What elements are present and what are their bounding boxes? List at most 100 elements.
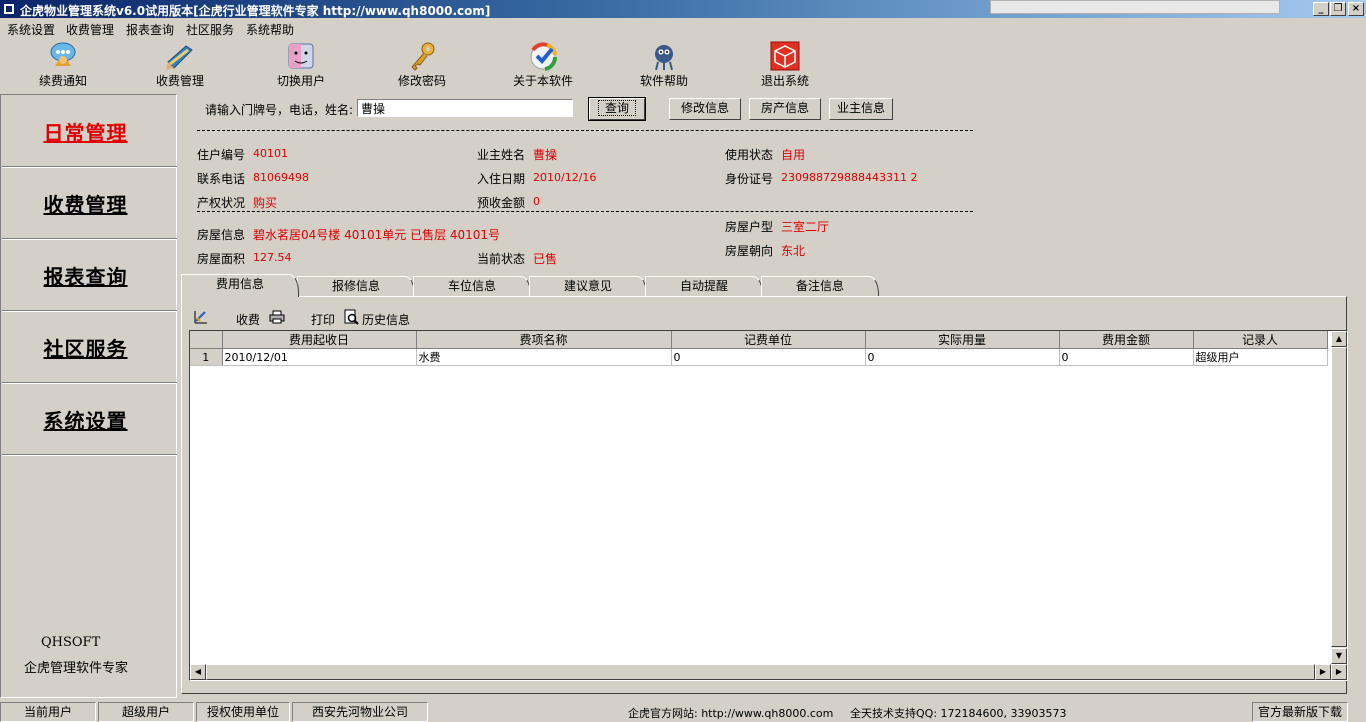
- tab-fees[interactable]: 费用信息: [181, 274, 299, 297]
- resident-id-label: 住户编号: [197, 148, 246, 162]
- scroll-right-icon[interactable]: ▶: [1315, 664, 1331, 680]
- tab-strip: 费用信息 报修信息 车位信息 建议意见 自动提醒 备注信息: [181, 274, 881, 297]
- check-icon: [530, 42, 558, 71]
- vertical-scrollbar[interactable]: ▲ ▼: [1331, 331, 1347, 664]
- phone-label: 联系电话: [197, 172, 246, 186]
- latest-download-link[interactable]: 官方最新版下载: [1252, 702, 1348, 722]
- owner-name-label: 业主姓名: [477, 148, 526, 162]
- horizontal-scroll-thumb[interactable]: [206, 664, 1315, 680]
- col-unit[interactable]: 记费单位: [671, 331, 866, 349]
- help-button[interactable]: 软件帮助: [614, 38, 714, 92]
- usage-value: 自用: [781, 148, 806, 162]
- change-password-button[interactable]: 修改密码: [372, 38, 472, 92]
- nav-item-billing[interactable]: 收费管理: [2, 167, 177, 239]
- house-info-label: 房屋信息: [197, 228, 246, 242]
- cell-usage[interactable]: 0: [865, 348, 1060, 366]
- nav-label-settings: 系统设置: [43, 409, 128, 433]
- cell-start-date[interactable]: 2010/12/01: [222, 348, 417, 366]
- scroll-down-icon[interactable]: ▼: [1331, 648, 1347, 664]
- col-fee-name[interactable]: 费项名称: [416, 331, 672, 349]
- change-password-label: 修改密码: [397, 74, 446, 88]
- renew-notice-label: 续费通知: [38, 74, 87, 88]
- scroll-left-icon[interactable]: ◀: [190, 664, 206, 680]
- key-icon: [411, 42, 435, 71]
- idcard-value: 230988729888443311 2: [781, 171, 918, 184]
- nav-item-settings[interactable]: 系统设置: [2, 383, 177, 455]
- minimize-button[interactable]: _: [1313, 2, 1329, 16]
- nav-label-reports: 报表查询: [43, 265, 128, 289]
- nav-label-billing: 收费管理: [43, 193, 128, 217]
- cell-unit[interactable]: 0: [671, 348, 866, 366]
- renew-notice-button[interactable]: 续费通知: [13, 38, 113, 92]
- cell-amount[interactable]: 0: [1059, 348, 1194, 366]
- about-label: 关于本软件: [512, 74, 573, 88]
- licensed-unit-value: 西安先河物业公司: [292, 702, 428, 722]
- usage-label: 使用状态: [725, 148, 774, 162]
- left-nav: 日常管理 收费管理 报表查询 社区服务 系统设置 QHSOFT 企虎管理软件专家: [0, 94, 177, 698]
- printer-icon[interactable]: [269, 309, 285, 325]
- tab-parking[interactable]: 车位信息: [413, 276, 531, 296]
- tab-suggestions[interactable]: 建议意见: [529, 276, 647, 296]
- help-icon: [655, 45, 673, 71]
- cell-recorder[interactable]: 超级用户: [1193, 348, 1328, 366]
- cell-fee-name[interactable]: 水费: [416, 348, 672, 366]
- nav-item-daily[interactable]: 日常管理: [2, 95, 177, 167]
- fee-table: 费用起收日 费项名称 记费单位 实际用量 费用金额 记录人 1 2010/12/…: [190, 331, 1328, 366]
- about-button[interactable]: 关于本软件: [493, 38, 593, 92]
- scroll-right-end-icon[interactable]: ▶: [1331, 664, 1347, 680]
- nav-item-reports[interactable]: 报表查询: [2, 239, 177, 311]
- col-amount[interactable]: 费用金额: [1059, 331, 1194, 349]
- horizontal-scrollbar[interactable]: ◀ ▶: [190, 664, 1331, 680]
- tab-repairs[interactable]: 报修信息: [297, 276, 415, 296]
- edit-info-button[interactable]: 修改信息: [669, 98, 741, 120]
- print-button[interactable]: 打印: [311, 311, 335, 328]
- switch-user-label: 切换用户: [276, 74, 325, 88]
- switch-user-button[interactable]: 切换用户: [251, 38, 351, 92]
- search-label: 请输入门牌号，电话，姓名:: [205, 103, 354, 117]
- menu-community[interactable]: 社区服务: [186, 21, 234, 38]
- support-qq-text: 全天技术支持QQ: 172184600, 33903573: [850, 707, 1067, 720]
- owner-info-button[interactable]: 业主信息: [829, 98, 893, 120]
- charge-button[interactable]: 收费: [236, 311, 260, 328]
- history-search-icon[interactable]: [343, 309, 359, 325]
- house-info-value: 碧水茗居04号楼 40101单元 已售层 40101号: [253, 228, 501, 242]
- help-label: 软件帮助: [639, 74, 688, 88]
- menu-system-settings[interactable]: 系统设置: [7, 21, 55, 38]
- scroll-up-icon[interactable]: ▲: [1331, 331, 1347, 347]
- state-value: 已售: [533, 252, 558, 266]
- charge-icon[interactable]: [193, 309, 209, 325]
- close-button[interactable]: ×: [1348, 2, 1364, 16]
- col-usage[interactable]: 实际用量: [865, 331, 1060, 349]
- menu-help[interactable]: 系统帮助: [246, 21, 294, 38]
- col-start-date[interactable]: 费用起收日: [222, 331, 417, 349]
- history-button[interactable]: 历史信息: [362, 311, 410, 328]
- checkin-value: 2010/12/16: [533, 171, 597, 184]
- tab-notes[interactable]: 备注信息: [761, 276, 879, 296]
- orientation-value: 东北: [781, 244, 806, 258]
- app-icon: [3, 3, 15, 15]
- table-row[interactable]: 1 2010/12/01 水费 0 0 0 超级用户: [190, 348, 1328, 366]
- divider-top: [197, 130, 973, 131]
- phone-value: 81069498: [253, 171, 309, 184]
- exit-button[interactable]: 退出系统: [735, 38, 835, 92]
- idcard-label: 身份证号: [725, 172, 774, 186]
- property-info-button[interactable]: 房产信息: [749, 98, 821, 120]
- nav-item-community[interactable]: 社区服务: [2, 311, 177, 383]
- menu-billing[interactable]: 收费管理: [66, 21, 114, 38]
- vertical-scroll-thumb[interactable]: [1331, 347, 1347, 647]
- search-input[interactable]: [357, 99, 573, 117]
- ownership-value: 购买: [253, 196, 278, 210]
- official-site-text: 企虎官方网站: http://www.qh8000.com: [628, 707, 834, 720]
- nav-label-community: 社区服务: [43, 337, 128, 361]
- orientation-label: 房屋朝向: [725, 244, 774, 258]
- tab-reminders[interactable]: 自动提醒: [645, 276, 763, 296]
- query-button-label: 查询: [597, 100, 636, 116]
- billing-button[interactable]: 收费管理: [130, 38, 230, 92]
- owner-name-value: 曹操: [533, 148, 558, 162]
- restore-button[interactable]: ❐: [1330, 2, 1346, 16]
- row-number-header: [190, 331, 223, 349]
- col-recorder[interactable]: 记录人: [1193, 331, 1328, 349]
- menu-reports[interactable]: 报表查询: [126, 21, 174, 38]
- main-panel: 请输入门牌号，电话，姓名: 查询 修改信息 房产信息 业主信息 住户编号 401…: [179, 94, 1366, 698]
- query-button[interactable]: 查询: [588, 97, 646, 121]
